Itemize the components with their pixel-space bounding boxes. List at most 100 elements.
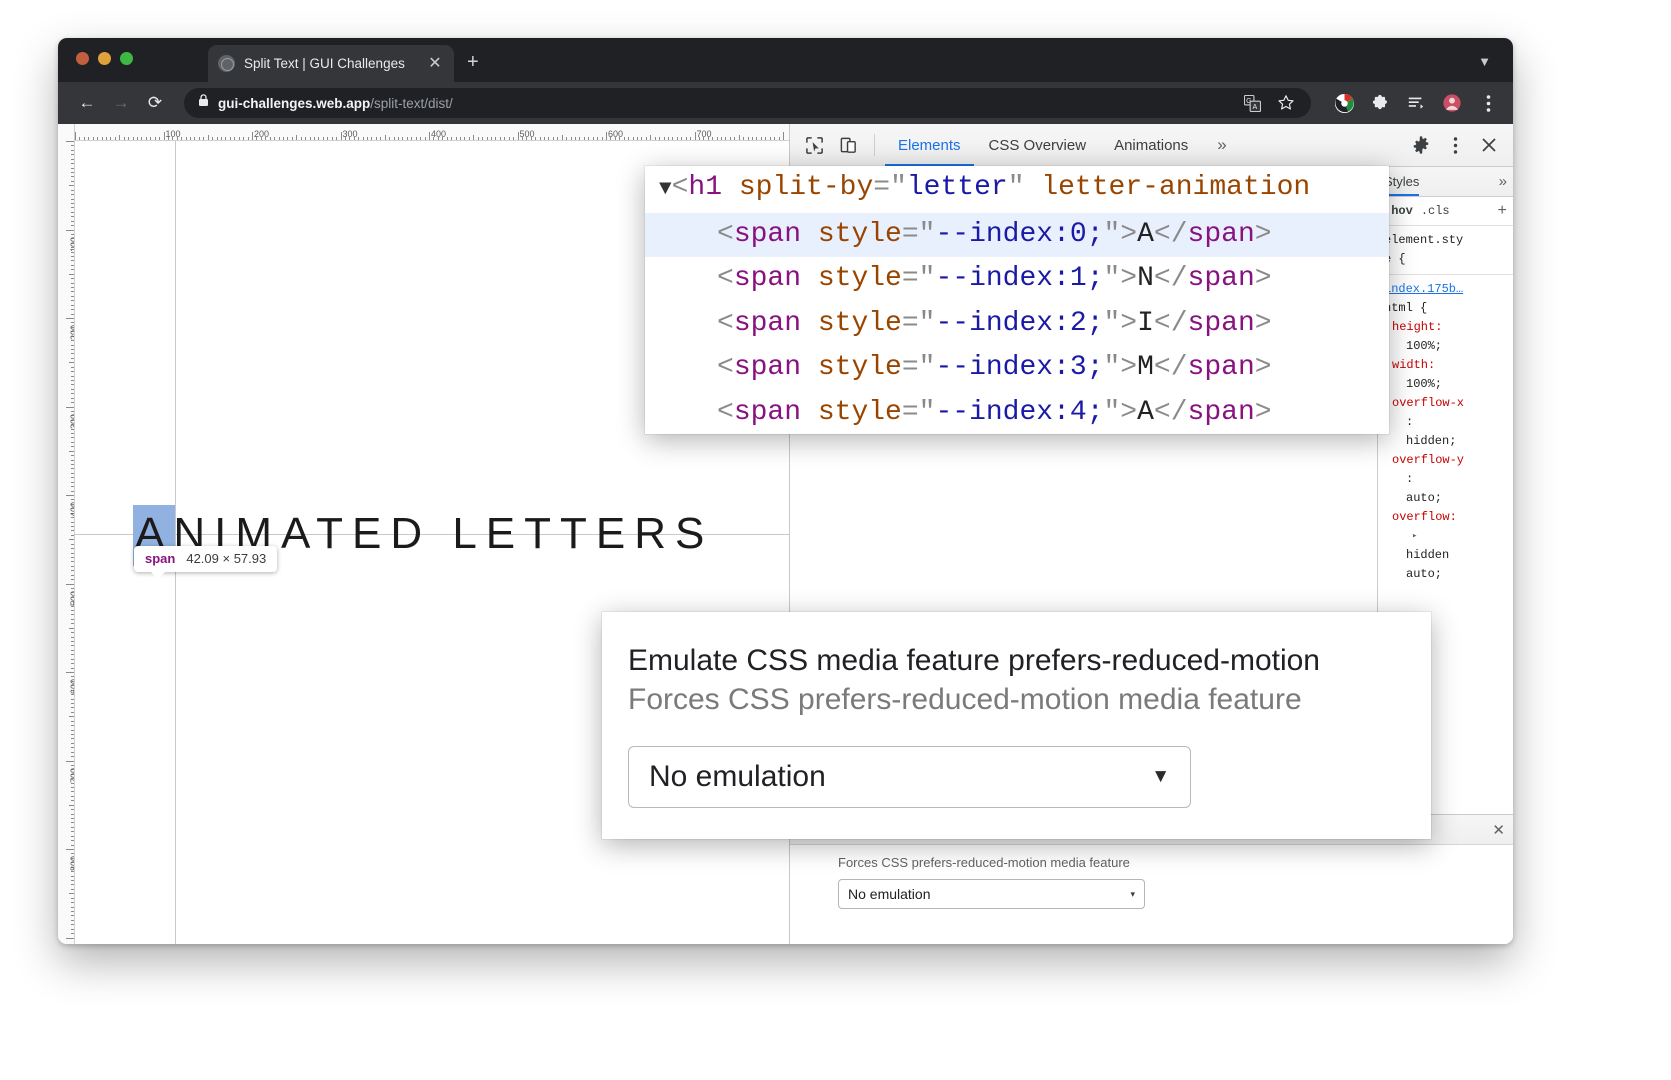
css-prop-width[interactable]: width: [1384, 356, 1507, 375]
ruler-tick [69, 539, 75, 540]
bookmark-star-icon[interactable] [1275, 92, 1297, 114]
ruler-tick [146, 137, 147, 141]
close-devtools-icon[interactable] [1473, 130, 1505, 160]
punct: =" [902, 308, 936, 339]
css-value-overflow-1[interactable]: hidden [1384, 546, 1507, 565]
punct: =" [902, 352, 936, 383]
cls-toggle[interactable]: .cls [1421, 204, 1450, 218]
extensions-puzzle-icon[interactable] [1369, 92, 1391, 114]
back-button[interactable]: ← [72, 88, 102, 118]
ruler-tick [71, 221, 75, 222]
window-controls-caret-icon[interactable]: ▼ [1478, 54, 1491, 69]
inspect-element-icon[interactable] [798, 130, 830, 160]
prefers-reduced-motion-select[interactable]: No emulation ▾ [838, 879, 1145, 909]
ruler-tick [646, 137, 647, 141]
style-source-link[interactable]: index.175b… [1384, 280, 1507, 299]
ruler-tick [71, 911, 75, 912]
screenshot-root: Split Text | GUI Challenges ✕ + ▼ ← → ⟳ … [0, 0, 1671, 1080]
magnified-h1-line[interactable]: ▼<h1 split-by="letter" letter-animation [645, 166, 1389, 213]
ruler-tick [739, 135, 740, 141]
tab-animations[interactable]: Animations [1101, 124, 1201, 166]
add-style-rule-button[interactable]: + [1497, 202, 1507, 220]
magnified-emulation-select[interactable]: No emulation ▼ [628, 746, 1191, 808]
ruler-tick [540, 137, 541, 141]
ruler-tick [548, 137, 549, 141]
more-options-icon[interactable] [1439, 130, 1471, 160]
css-prop-overflow-y[interactable]: overflow-y [1384, 451, 1507, 470]
magnified-span-line[interactable]: <span style="--index:2;">I</span> [645, 302, 1389, 347]
close-window-button[interactable] [76, 52, 89, 65]
ruler-tick [71, 384, 75, 385]
ruler-tick [341, 132, 342, 141]
ruler-tick [248, 137, 249, 141]
forward-button[interactable]: → [106, 88, 136, 118]
punct: > [1255, 263, 1272, 294]
ruler-tick [71, 433, 75, 434]
maximize-window-button[interactable] [120, 52, 133, 65]
ruler-tick [743, 137, 744, 141]
ruler-tick [416, 137, 417, 141]
ruler-label: 600 [69, 679, 75, 694]
reading-list-icon[interactable] [1405, 92, 1427, 114]
reload-button[interactable]: ⟳ [140, 88, 170, 118]
tab-css-overview[interactable]: CSS Overview [976, 124, 1100, 166]
tab-title: Split Text | GUI Challenges [244, 56, 417, 71]
translate-icon[interactable]: G A [1241, 92, 1263, 114]
close-drawer-icon[interactable]: ✕ [1492, 821, 1505, 839]
ruler-label: 100 [166, 129, 181, 139]
device-toolbar-icon[interactable] [832, 130, 864, 160]
ruler-tick [71, 699, 75, 700]
ruler-tick [124, 137, 125, 141]
ruler-tick [71, 579, 75, 580]
update-avatar-icon[interactable] [1441, 92, 1463, 114]
style-selector: html { [1384, 299, 1507, 318]
ruler-tick [473, 135, 474, 141]
ruler-tick [677, 137, 678, 141]
magnified-span-line[interactable]: <span style="--index:3;">M</span> [645, 346, 1389, 391]
magnified-span-line[interactable]: <span style="--index:0;">A</span> [645, 213, 1389, 258]
close-tab-icon[interactable]: ✕ [426, 56, 444, 72]
css-prop-overflow-x[interactable]: overflow-x [1384, 394, 1507, 413]
css-expand-overflow-icon[interactable]: ▸ [1384, 527, 1507, 546]
more-tabs-icon[interactable]: » [1203, 124, 1240, 166]
css-value-height[interactable]: 100%; [1384, 337, 1507, 356]
styles-overflow-icon[interactable]: » [1499, 173, 1507, 190]
devtools-toolbar-right [1405, 130, 1505, 160]
magnified-span-line[interactable]: <span style="--index:1;">N</span> [645, 257, 1389, 302]
ruler-tick [274, 137, 275, 141]
ruler-tick [88, 137, 89, 141]
ruler-tick [69, 451, 75, 452]
node-text: A [1137, 219, 1154, 250]
ruler-tick [71, 340, 75, 341]
css-value-overflow-2[interactable]: auto; [1384, 565, 1507, 584]
tab-elements[interactable]: Elements [885, 124, 974, 166]
minimize-window-button[interactable] [98, 52, 111, 65]
ruler-label: 700 [697, 129, 712, 139]
css-prop-overflow[interactable]: overflow: [1384, 508, 1507, 527]
ruler-tick [770, 137, 771, 141]
ruler-tick [71, 216, 75, 217]
profile-avatar-icon[interactable] [1333, 92, 1355, 114]
new-tab-button[interactable]: + [467, 52, 479, 72]
gear-icon[interactable] [1405, 130, 1437, 160]
ruler-tick [376, 137, 377, 141]
css-value-overflow-y[interactable]: auto; [1384, 489, 1507, 508]
ruler-tick [641, 137, 642, 141]
ruler-tick [203, 137, 204, 141]
chrome-menu-icon[interactable] [1477, 92, 1499, 114]
css-value-width[interactable]: 100%; [1384, 375, 1507, 394]
ruler-tick [695, 132, 696, 141]
expand-triangle-icon[interactable]: ▼ [659, 178, 672, 201]
css-prop-height[interactable]: height: [1384, 318, 1507, 337]
magnified-span-line[interactable]: <span style="--index:4;">A</span> [645, 391, 1389, 435]
tag-name: span [734, 352, 801, 383]
ruler-tick [71, 668, 75, 669]
ruler-tick [429, 132, 430, 141]
browser-tab[interactable]: Split Text | GUI Challenges ✕ [208, 45, 454, 82]
css-value-overflow-x[interactable]: hidden; [1384, 432, 1507, 451]
ruler-tick [71, 345, 75, 346]
punct: </ [1154, 263, 1188, 294]
tab-styles[interactable]: Styles [1384, 167, 1419, 196]
ruler-tick [69, 893, 75, 894]
address-bar[interactable]: gui-challenges.web.app/split-text/dist/ … [184, 88, 1311, 118]
